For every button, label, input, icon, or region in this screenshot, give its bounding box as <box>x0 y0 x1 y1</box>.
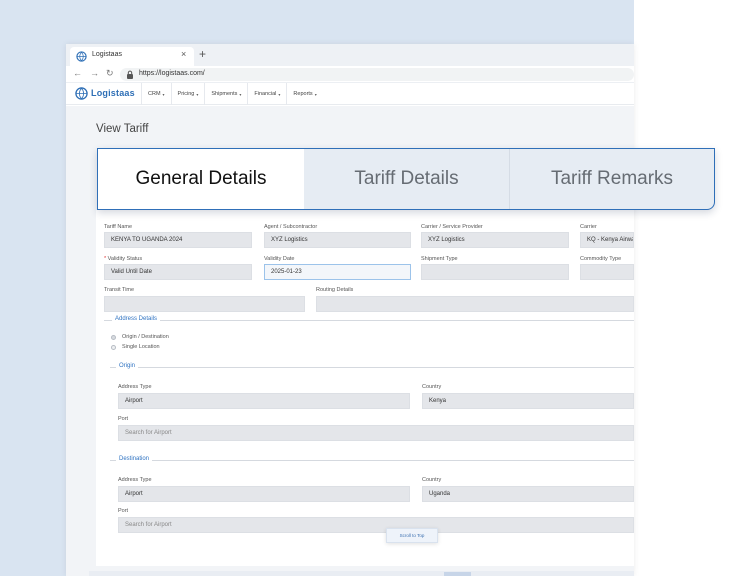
single-location-label: Single Location <box>122 344 160 350</box>
logo-text: Logistaas <box>91 88 135 98</box>
origin-divider <box>110 367 634 368</box>
origin-port-search-input[interactable]: Search for Airport <box>118 425 634 441</box>
menu-label: Reports <box>293 91 313 97</box>
destination-country-field[interactable]: Uganda <box>422 486 634 502</box>
reload-icon[interactable]: ↻ <box>106 68 114 79</box>
forward-icon[interactable]: → <box>90 68 99 78</box>
tab-tariff-details[interactable]: Tariff Details <box>304 149 510 209</box>
validity-date-field[interactable]: 2025-01-23 <box>264 264 411 280</box>
validity-status-label: * Validity Status <box>104 256 142 262</box>
destination-address-type-field[interactable]: Airport <box>118 486 410 502</box>
origin-destination-label: Origin / Destination <box>122 334 169 340</box>
origin-destination-radio[interactable] <box>111 335 116 340</box>
chevron-down-icon: ▾ <box>314 91 317 97</box>
tariff-tabs: General Details Tariff Details Tariff Re… <box>97 148 715 210</box>
single-location-radio[interactable] <box>111 345 116 350</box>
bottom-tab-indicator <box>444 572 471 576</box>
tab-general-details[interactable]: General Details <box>98 149 304 209</box>
menu-reports[interactable]: Reports ▾ <box>286 83 322 105</box>
destination-country-label: Country <box>422 477 442 483</box>
app-navbar: Logistaas CRM ▾ Pricing ▾ Shipments ▾ Finan… <box>66 83 634 105</box>
routing-details-field[interactable] <box>316 296 634 312</box>
address-bar: ← → ↻ https://logistaas.com/ <box>66 66 634 83</box>
browser-tab-bar: Logistaas × + <box>66 44 634 66</box>
carrier-label: Carrier <box>580 224 597 230</box>
browser-window: Logistaas × + ← → ↻ https://logistaas.co… <box>66 44 634 576</box>
commodity-type-field[interactable] <box>580 264 634 280</box>
menu-label: Pricing <box>177 91 195 97</box>
transit-time-label: Transit Time <box>104 287 135 293</box>
address-details-title: Address Details <box>112 316 161 322</box>
menu-label: CRM <box>148 91 161 97</box>
url-text: https://logistaas.com/ <box>139 70 205 77</box>
agent-field[interactable]: XYZ Logistics <box>264 232 411 248</box>
shipment-type-label: Shipment Type <box>421 256 458 262</box>
menu-label: Financial <box>254 91 277 97</box>
chevron-down-icon: ▾ <box>162 91 165 97</box>
origin-title: Origin <box>116 363 139 369</box>
origin-country-field[interactable]: Kenya <box>422 393 634 409</box>
menu-pricing[interactable]: Pricing ▾ <box>170 83 205 105</box>
tab-tariff-remarks[interactable]: Tariff Remarks <box>510 149 714 209</box>
tariff-form: Tariff Name KENYA TO UGANDA 2024 Agent /… <box>96 210 634 566</box>
tariff-name-field[interactable]: KENYA TO UGANDA 2024 <box>104 232 252 248</box>
carrier-provider-label: Carrier / Service Provider <box>421 224 483 230</box>
transit-time-field[interactable] <box>104 296 305 312</box>
origin-country-label: Country <box>422 384 442 390</box>
validity-status-label-text: Validity Status <box>107 256 143 262</box>
required-mark: * <box>104 256 107 262</box>
menu-financial[interactable]: Financial ▾ <box>247 83 286 105</box>
browser-tab-title: Logistaas <box>92 51 122 58</box>
logistaas-favicon-icon <box>76 51 87 62</box>
commodity-type-label: Commodity Type <box>580 256 622 262</box>
chevron-down-icon: ▾ <box>239 91 242 97</box>
routing-details-label: Routing Details <box>316 287 354 293</box>
validity-status-field[interactable]: Valid Until Date <box>104 264 252 280</box>
destination-divider <box>110 460 634 461</box>
lock-icon <box>127 70 133 79</box>
address-divider <box>104 320 634 321</box>
logistaas-logo-icon <box>75 87 88 100</box>
carrier-field[interactable]: KQ - Kenya Airways <box>580 232 634 248</box>
close-tab-icon[interactable]: × <box>181 49 186 59</box>
url-field[interactable]: https://logistaas.com/ <box>120 68 634 81</box>
main-menu: CRM ▾ Pricing ▾ Shipments ▾ Financial ▾ Repo… <box>141 83 323 105</box>
origin-port-label: Port <box>118 416 129 422</box>
carrier-provider-field[interactable]: XYZ Logistics <box>421 232 569 248</box>
chevron-down-icon: ▾ <box>278 91 281 97</box>
bottom-strip <box>89 571 634 576</box>
back-icon[interactable]: ← <box>73 68 82 78</box>
page-title: View Tariff <box>96 123 149 135</box>
chevron-down-icon: ▾ <box>196 91 199 97</box>
scroll-to-top-button[interactable]: Scroll to Top <box>386 528 438 543</box>
validity-date-label: Validity Date <box>264 256 295 262</box>
menu-crm[interactable]: CRM ▾ <box>141 83 171 105</box>
destination-port-search-input[interactable]: Search for Airport <box>118 517 634 533</box>
origin-address-type-label: Address Type <box>118 384 152 390</box>
origin-address-type-field[interactable]: Airport <box>118 393 410 409</box>
destination-address-type-label: Address Type <box>118 477 152 483</box>
shipment-type-field[interactable] <box>421 264 569 280</box>
destination-title: Destination <box>116 456 153 462</box>
agent-label: Agent / Subcontractor <box>264 224 318 230</box>
destination-port-label: Port <box>118 508 129 514</box>
new-tab-icon[interactable]: + <box>199 47 206 61</box>
browser-tab[interactable]: Logistaas × <box>70 47 194 66</box>
menu-shipments[interactable]: Shipments ▾ <box>204 83 247 105</box>
menu-label: Shipments <box>211 91 238 97</box>
tariff-name-label: Tariff Name <box>104 224 133 230</box>
